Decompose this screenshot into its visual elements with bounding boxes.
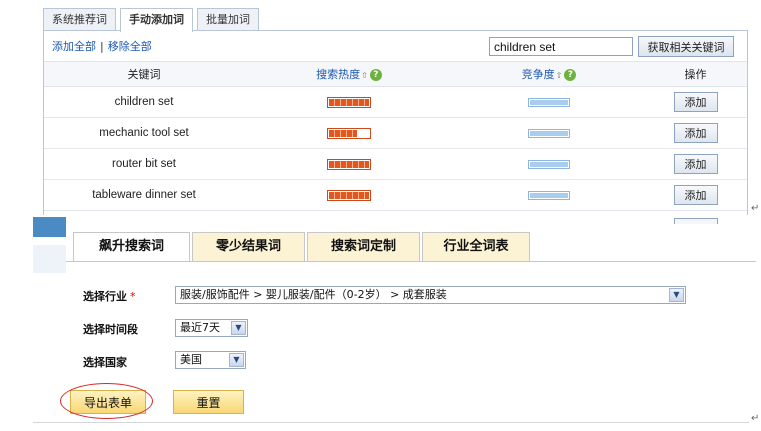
heat-cell <box>244 117 454 149</box>
action-cell: 添加 <box>644 179 747 211</box>
country-select-value: 美国 <box>180 353 202 366</box>
actions-separator: | <box>100 40 104 53</box>
period-label: 选择时间段 <box>83 323 138 336</box>
tab-zero-result-words[interactable]: 零少结果词 <box>192 232 305 262</box>
paragraph-mark: ↵ <box>751 413 760 424</box>
sort-arrow-icon[interactable]: ⇧ <box>361 71 368 80</box>
help-icon[interactable]: ? <box>369 69 382 81</box>
competition-fill <box>530 193 568 198</box>
tab-rising-search-words[interactable]: 飙升搜索词 <box>73 232 190 262</box>
heat-fill <box>329 192 369 199</box>
required-mark: * <box>130 290 136 303</box>
competition-bar <box>528 191 570 200</box>
heat-bar <box>327 128 371 139</box>
heat-cell <box>244 86 454 118</box>
period-select[interactable]: 最近7天 ▼ <box>175 319 248 337</box>
table-header-row: 关键词 搜索热度⇧? 竞争度⇧? 操作 <box>44 61 747 87</box>
competition-bar <box>528 98 570 107</box>
help-icon[interactable]: ? <box>564 69 577 81</box>
sidebar-stub-light <box>33 245 66 273</box>
competition-cell <box>454 86 644 118</box>
sort-arrow-icon[interactable]: ⇧ <box>556 71 563 80</box>
competition-cell <box>454 179 644 211</box>
action-cell: 添加 <box>644 117 747 149</box>
add-all-link[interactable]: 添加全部 <box>52 40 96 53</box>
add-keyword-button[interactable]: 添加 <box>673 185 718 205</box>
highlight-ring <box>60 383 153 419</box>
keyword-table: 关键词 搜索热度⇧? 竞争度⇧? 操作 children set 添加 mech… <box>44 61 747 224</box>
column-heat[interactable]: 搜索热度⇧? <box>244 61 454 87</box>
heat-cell <box>244 179 454 211</box>
column-competition-label: 竞争度 <box>521 68 555 81</box>
action-cell: 添加 <box>644 148 747 180</box>
competition-bar <box>528 160 570 169</box>
column-heat-label: 搜索热度 <box>316 68 361 81</box>
tab-industry-word-list[interactable]: 行业全词表 <box>422 232 530 262</box>
bulk-actions: 添加全部 | 移除全部 <box>52 38 152 54</box>
heat-fill <box>329 161 369 168</box>
competition-fill <box>530 100 568 105</box>
search-word-panel: 飙升搜索词 零少结果词 搜索词定制 行业全词表 选择行业 * 服装/服饰配件 > … <box>33 215 761 427</box>
competition-fill <box>530 162 568 167</box>
table-row: tableware dinner set 添加 <box>44 179 747 211</box>
chevron-down-icon[interactable]: ▼ <box>669 288 684 302</box>
industry-label: 选择行业 * <box>83 288 136 304</box>
add-keyword-button[interactable]: 添加 <box>673 154 718 174</box>
period-select-value: 最近7天 <box>180 321 220 334</box>
action-cell: 添加 <box>644 86 747 118</box>
heat-cell <box>244 148 454 180</box>
keyword-tabbar: 系统推荐词 手动添加词 批量加词 <box>43 8 263 32</box>
keyword-panel-box: 添加全部|移除全部 获取相关关键词 关键词 搜索热度⇧? 竞争度⇧? 操作 <box>43 30 748 224</box>
keyword-search-input[interactable] <box>489 37 633 56</box>
add-keyword-button[interactable]: 添加 <box>673 92 718 112</box>
chevron-down-icon[interactable]: ▼ <box>229 353 244 367</box>
chevron-down-icon[interactable]: ▼ <box>231 321 246 335</box>
competition-cell <box>454 117 644 149</box>
tab-batch-add[interactable]: 批量加词 <box>197 8 259 31</box>
table-row: router bit set 添加 <box>44 148 747 180</box>
tab-custom-search-words[interactable]: 搜索词定制 <box>307 232 420 262</box>
industry-label-text: 选择行业 <box>83 290 127 303</box>
add-keyword-button[interactable]: 添加 <box>673 123 718 143</box>
industry-select[interactable]: 服装/服饰配件 > 婴儿服装/配件（0-2岁） > 成套服装 ▼ <box>175 286 686 304</box>
heat-bar <box>327 97 371 108</box>
keyword-cell: children set <box>44 86 244 118</box>
competition-cell <box>454 148 644 180</box>
competition-bar <box>528 129 570 138</box>
paragraph-mark: ↵ <box>751 203 760 214</box>
heat-bar <box>327 159 371 170</box>
keyword-cell: router bit set <box>44 148 244 180</box>
fetch-related-keywords-button[interactable]: 获取相关关键词 <box>638 36 734 57</box>
country-label: 选择国家 <box>83 356 127 369</box>
table-row: children set 添加 <box>44 86 747 118</box>
competition-fill <box>530 131 568 136</box>
tab-system-recommended[interactable]: 系统推荐词 <box>43 8 116 31</box>
search-word-tabbar: 飙升搜索词 零少结果词 搜索词定制 行业全词表 <box>73 232 532 262</box>
country-select[interactable]: 美国 ▼ <box>175 351 246 369</box>
remove-all-link[interactable]: 移除全部 <box>108 40 152 53</box>
column-keyword-label: 关键词 <box>127 68 161 81</box>
column-competition[interactable]: 竞争度⇧? <box>454 61 644 87</box>
heat-fill <box>329 99 369 106</box>
column-keyword: 关键词 <box>44 61 244 87</box>
bottom-divider <box>33 422 749 423</box>
keyword-cell: tableware dinner set <box>44 179 244 211</box>
column-action-label: 操作 <box>684 68 707 81</box>
keyword-panel: 系统推荐词 手动添加词 批量加词 添加全部 | 移除全部 获取相关关键词 关键词 搜… <box>0 0 761 224</box>
table-row: mechanic tool set 添加 <box>44 117 747 149</box>
heat-bar <box>327 190 371 201</box>
industry-select-value: 服装/服饰配件 > 婴儿服装/配件（0-2岁） > 成套服装 <box>180 288 447 301</box>
tab-manual-add[interactable]: 手动添加词 <box>120 8 193 32</box>
column-action: 操作 <box>644 61 747 87</box>
reset-button[interactable]: 重置 <box>173 390 244 414</box>
sidebar-stub <box>33 217 66 237</box>
tab-divider <box>66 261 756 262</box>
heat-fill <box>329 130 357 137</box>
keyword-cell: mechanic tool set <box>44 117 244 149</box>
